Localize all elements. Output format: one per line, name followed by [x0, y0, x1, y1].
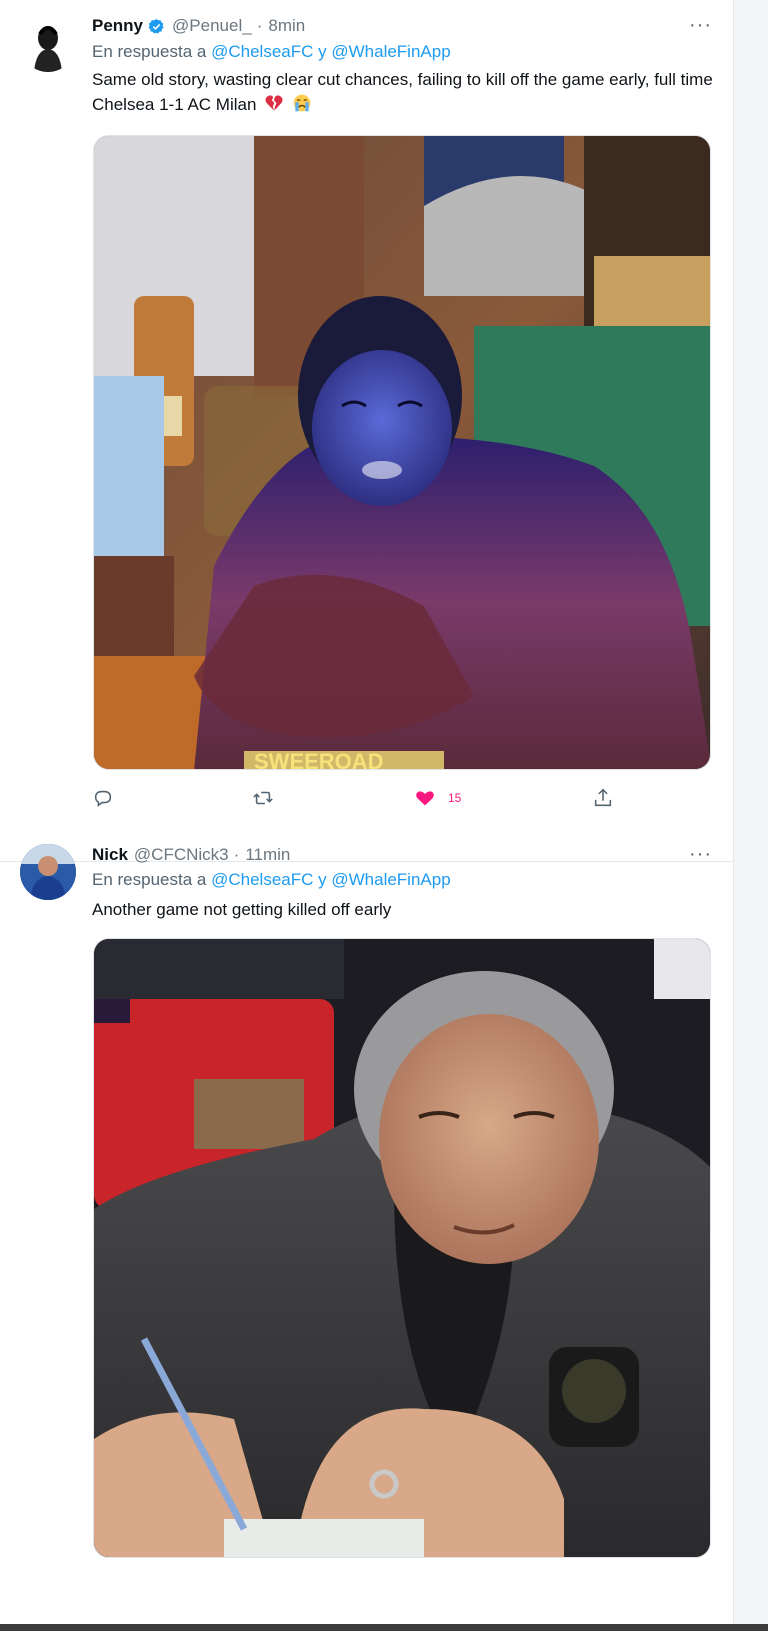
- timeline: Penny @Penuel_ · 8min ··· En respuesta a…: [0, 0, 734, 1631]
- tweet[interactable]: Penny @Penuel_ · 8min ··· En respuesta a…: [0, 0, 734, 862]
- reply-prefix: En respuesta a: [92, 42, 207, 61]
- more-options-icon[interactable]: ···: [689, 14, 712, 37]
- avatar[interactable]: [20, 16, 76, 72]
- tweet-body: Same old story, wasting clear cut chance…: [92, 70, 713, 114]
- more-options-icon[interactable]: ···: [689, 843, 712, 866]
- tweet-text: Same old story, wasting clear cut chance…: [92, 67, 722, 117]
- reply-icon: [94, 790, 112, 807]
- tweet-photo[interactable]: [93, 938, 711, 1558]
- reply-joiner: y: [318, 42, 327, 61]
- tweet-text: Another game not getting killed off earl…: [92, 900, 392, 919]
- tweet-photo[interactable]: SWEEROAD: [93, 135, 711, 770]
- heart-filled-icon: [416, 791, 434, 806]
- share-icon: [594, 788, 612, 807]
- author-handle[interactable]: @Penuel_: [172, 16, 252, 36]
- reply-context: En respuesta a @ChelseaFC y @WhaleFinApp: [92, 42, 451, 62]
- timestamp[interactable]: 8min: [268, 16, 305, 36]
- retweet-icon: [253, 791, 273, 805]
- timestamp[interactable]: 11min: [245, 845, 290, 865]
- watermark: SWEEROAD: [254, 749, 384, 770]
- mention-link[interactable]: @ChelseaFC: [211, 42, 313, 61]
- reply-prefix: En respuesta a: [92, 870, 207, 889]
- verified-badge-icon: [148, 18, 164, 34]
- tweet-header: Penny @Penuel_ · 8min: [92, 14, 305, 38]
- retweet-button[interactable]: [252, 785, 274, 811]
- share-button[interactable]: [592, 785, 614, 811]
- author-handle[interactable]: @CFCNick3: [134, 845, 229, 865]
- reply-joiner: y: [318, 870, 327, 889]
- mention-link[interactable]: @WhaleFinApp: [331, 870, 450, 889]
- separator-dot: ·: [256, 16, 263, 35]
- mention-link[interactable]: @WhaleFinApp: [331, 42, 450, 61]
- author-name[interactable]: Nick: [92, 845, 128, 865]
- separator-dot: ·: [233, 845, 240, 864]
- avatar[interactable]: [20, 844, 76, 900]
- tweet-actions: 15: [92, 785, 622, 811]
- reply-context: En respuesta a @ChelseaFC y @WhaleFinApp: [92, 870, 451, 890]
- tweet-header: Nick @CFCNick3 · 11min: [92, 843, 290, 867]
- crying-face-icon: [293, 94, 311, 112]
- mention-link[interactable]: @ChelseaFC: [211, 870, 313, 889]
- like-count: 15: [448, 791, 462, 805]
- page-margin: [734, 0, 768, 1631]
- author-name[interactable]: Penny: [92, 16, 143, 36]
- like-button[interactable]: 15: [414, 785, 461, 811]
- broken-heart-icon: [265, 95, 283, 111]
- bottom-bar: [0, 1624, 768, 1631]
- reply-button[interactable]: [92, 785, 114, 811]
